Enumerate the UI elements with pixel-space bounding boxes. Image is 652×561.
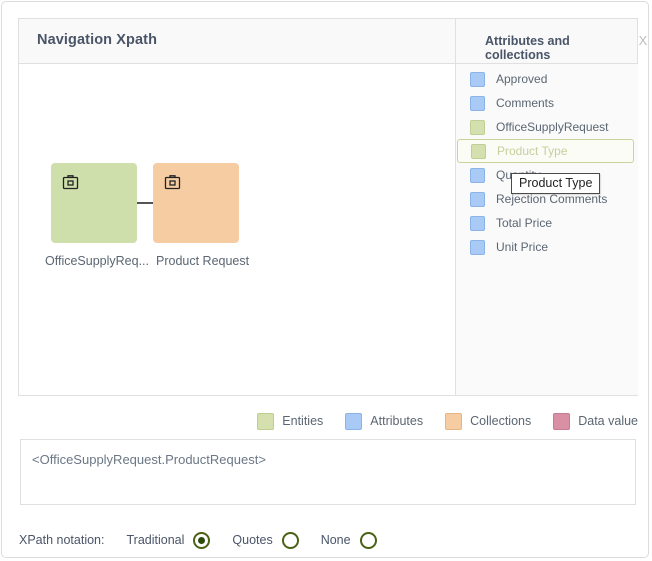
- list-item[interactable]: Approved: [456, 67, 638, 91]
- list-item-label: Approved: [496, 72, 548, 86]
- attribute-swatch-icon: [470, 71, 485, 87]
- xpath-expression-box[interactable]: <OfficeSupplyRequest.ProductRequest>: [20, 439, 636, 505]
- radio-quotes[interactable]: [281, 531, 299, 549]
- list-item[interactable]: Total Price: [456, 211, 638, 235]
- legend-item-data-value: Data value: [553, 412, 638, 430]
- entity-swatch-icon: [470, 119, 485, 135]
- entity-swatch-icon: [471, 143, 486, 159]
- attributes-swatch-icon: [345, 412, 363, 430]
- list-item-label: Unit Price: [496, 240, 549, 254]
- list-item-label: Product Type: [497, 144, 568, 158]
- close-icon[interactable]: X: [635, 33, 651, 49]
- legend-item-entities: Entities: [257, 412, 324, 430]
- data-value-swatch-icon: [553, 412, 571, 430]
- list-item-label: Total Price: [496, 216, 553, 230]
- collections-swatch-icon: [445, 412, 463, 430]
- attributes-panel-title: Attributes and collections: [485, 34, 570, 62]
- attribute-swatch-icon: [470, 215, 485, 231]
- dialog-frame: Navigation Xpath Attributes and collecti…: [1, 1, 649, 558]
- list-item-label: OfficeSupplyRequest: [496, 120, 609, 134]
- navigation-xpath-panel: Navigation Xpath Attributes and collecti…: [18, 18, 647, 396]
- attribute-swatch-icon: [470, 167, 485, 183]
- list-item-selected[interactable]: Product Type: [457, 139, 634, 163]
- diagram-node-collection[interactable]: [153, 163, 239, 243]
- legend-label: Attributes: [370, 414, 424, 428]
- radio-traditional[interactable]: [193, 531, 211, 549]
- legend-label: Collections: [470, 414, 532, 428]
- node-label: Product Request: [156, 254, 250, 268]
- node-label: OfficeSupplyReq...: [45, 254, 149, 268]
- xpath-notation-label: XPath notation:: [19, 533, 105, 547]
- radio-option-quotes[interactable]: Quotes: [232, 531, 299, 549]
- radio-option-traditional[interactable]: Traditional: [126, 531, 211, 549]
- header-divider: [455, 19, 456, 64]
- radio-label: Traditional: [126, 533, 185, 547]
- xpath-notation-group: XPath notation: Traditional Quotes None: [19, 528, 399, 552]
- attributes-and-collections-list[interactable]: Approved Comments OfficeSupplyRequest Pr…: [455, 64, 638, 395]
- attribute-swatch-icon: [470, 239, 485, 255]
- xpath-expression-text: <OfficeSupplyRequest.ProductRequest>: [32, 452, 266, 467]
- list-item-label: Rejection Comments: [496, 192, 608, 206]
- list-item[interactable]: Comments: [456, 91, 638, 115]
- radio-none[interactable]: [359, 531, 377, 549]
- page-title: Navigation Xpath: [37, 32, 158, 48]
- list-item-label: Comments: [496, 96, 555, 110]
- legend-item-collections: Collections: [445, 412, 532, 430]
- tooltip: Product Type: [511, 173, 601, 194]
- briefcase-icon: [164, 175, 181, 190]
- legend: Entities Attributes Collections Data val…: [18, 411, 638, 431]
- legend-item-attributes: Attributes: [345, 412, 424, 430]
- attribute-swatch-icon: [470, 95, 485, 111]
- diagram-canvas[interactable]: OfficeSupplyReq... Product Request: [19, 64, 455, 395]
- diagram-node-entity[interactable]: [51, 163, 137, 243]
- panel-header: Navigation Xpath Attributes and collecti…: [19, 19, 647, 64]
- list-item[interactable]: Unit Price: [456, 235, 638, 259]
- list-item[interactable]: OfficeSupplyRequest: [456, 115, 638, 139]
- radio-option-none[interactable]: None: [320, 531, 377, 549]
- radio-label: Quotes: [232, 533, 273, 547]
- radio-label: None: [320, 533, 351, 547]
- attribute-swatch-icon: [470, 191, 485, 207]
- briefcase-icon: [62, 175, 79, 190]
- legend-label: Entities: [282, 414, 324, 428]
- legend-label: Data value: [578, 414, 638, 428]
- entities-swatch-icon: [257, 412, 275, 430]
